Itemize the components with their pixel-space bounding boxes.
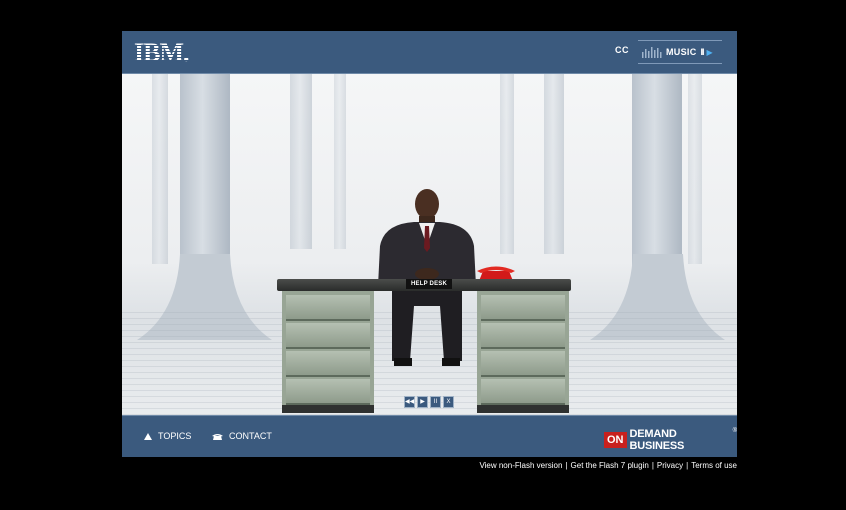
music-pause-icon[interactable]: II — [701, 47, 705, 57]
rewind-icon[interactable]: ◀◀ — [404, 396, 415, 408]
ibm-logo[interactable]: IBM. — [134, 40, 206, 64]
demand-business-text: DEMAND BUSINESS — [629, 428, 685, 452]
music-play-icon[interactable]: ▶ — [707, 48, 713, 57]
footer-links: View non-Flash version | Get the Flash 7 p… — [479, 461, 737, 470]
desk-drawer — [481, 379, 565, 405]
trademark-mark: ® — [732, 428, 737, 434]
pause-icon[interactable]: II — [430, 396, 441, 408]
terms-of-use-link[interactable]: Terms of use — [691, 461, 737, 470]
on-demand-business-logo[interactable]: ON DEMAND BUSINESS ® — [604, 428, 737, 452]
help-desk-scene: HELP DESK ◀◀ ▶ II X — [122, 74, 737, 415]
header-bar: IBM. CC MUSIC II ▶ — [122, 31, 737, 74]
desk-drawer — [286, 351, 370, 377]
video-controls: ◀◀ ▶ II X — [404, 396, 454, 408]
pillar — [544, 74, 564, 254]
bottom-bar: TOPICS CONTACT ON DEMAND BUSINESS ® — [122, 415, 737, 457]
desk-plinth — [477, 405, 569, 413]
contact-label: CONTACT — [229, 431, 272, 441]
non-flash-version-link[interactable]: View non-Flash version — [479, 461, 562, 470]
desk-drawer — [481, 323, 565, 349]
music-toggle[interactable]: MUSIC II ▶ — [638, 40, 722, 64]
footer-separator: | — [565, 461, 568, 470]
topics-link[interactable]: TOPICS — [144, 431, 191, 441]
desk-pedestal-left — [282, 291, 374, 407]
desk-plinth — [282, 405, 374, 413]
desk-pedestal-right — [477, 291, 569, 407]
telephone-icon — [212, 433, 223, 440]
desk-drawer — [481, 351, 565, 377]
pillar — [688, 74, 702, 264]
svg-text:IBM.: IBM. — [134, 40, 189, 64]
contact-link[interactable]: CONTACT — [212, 431, 272, 441]
help-desk-sign: HELP DESK — [406, 279, 452, 289]
flash-plugin-link[interactable]: Get the Flash 7 plugin — [571, 461, 649, 470]
footer-separator: | — [686, 461, 689, 470]
pillar — [290, 74, 312, 249]
desk-drawer — [286, 379, 370, 405]
desk-drawer — [286, 295, 370, 321]
flash-frame: IBM. CC MUSIC II ▶ HELP DESK ◀◀ ▶ II X T… — [122, 31, 737, 457]
music-label: MUSIC — [666, 47, 697, 57]
on-badge: ON — [604, 432, 627, 448]
desk-drawer — [286, 323, 370, 349]
desk-drawer — [481, 295, 565, 321]
pillar — [334, 74, 346, 249]
privacy-link[interactable]: Privacy — [657, 461, 683, 470]
footer-separator: | — [651, 461, 654, 470]
pillar — [500, 74, 514, 254]
pillar — [152, 74, 168, 264]
closed-caption-button[interactable]: CC — [615, 45, 629, 55]
play-icon[interactable]: ▶ — [417, 396, 428, 408]
topics-label: TOPICS — [158, 431, 192, 441]
triangle-up-icon — [144, 432, 152, 440]
close-icon[interactable]: X — [443, 396, 454, 408]
equalizer-icon — [642, 47, 662, 58]
